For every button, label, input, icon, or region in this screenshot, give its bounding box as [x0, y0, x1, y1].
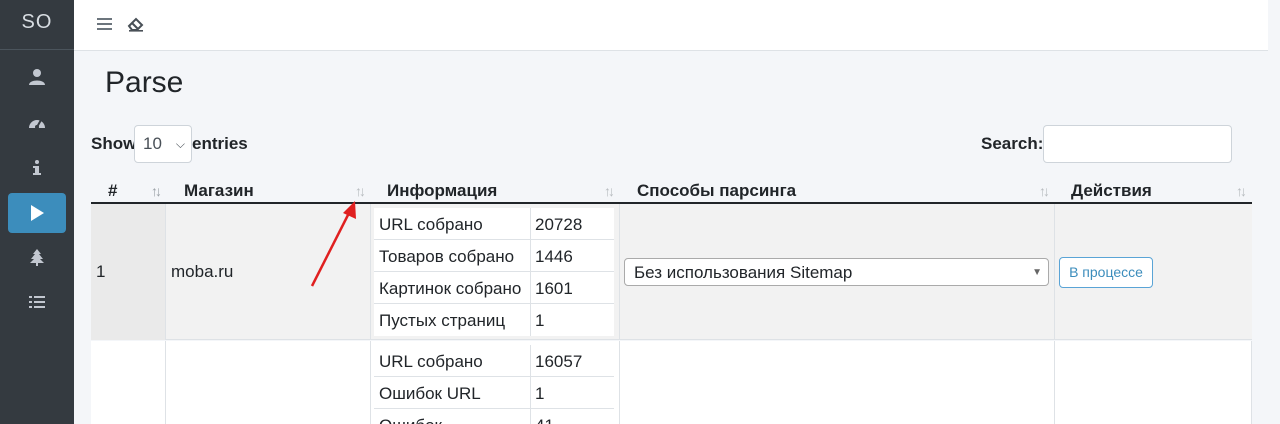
scrollbar-gutter — [1268, 0, 1280, 424]
cell-divider — [370, 204, 371, 340]
cell-divider — [619, 341, 620, 424]
show-label: Show — [91, 134, 137, 153]
column-header-info[interactable]: Информация — [387, 181, 497, 201]
info-value: 1601 — [535, 279, 573, 298]
info-key: URL собрано — [379, 215, 483, 234]
menu-icon[interactable] — [95, 14, 115, 34]
info-row: URL собрано 20728 — [374, 208, 614, 240]
eraser-icon[interactable] — [126, 14, 146, 34]
sort-icon[interactable]: ↑↓ — [604, 183, 615, 199]
column-header-num[interactable]: # — [108, 181, 117, 201]
sidebar-item-tree[interactable] — [8, 237, 66, 277]
sidebar-item-info[interactable] — [8, 148, 66, 188]
sidebar-item-dashboard[interactable] — [8, 103, 66, 143]
dropdown-caret-icon: ▼ — [1032, 267, 1042, 278]
info-value: 1 — [535, 384, 545, 403]
info-row: Ошибок URL 1 — [374, 377, 614, 409]
info-value: 20728 — [535, 215, 583, 234]
user-icon — [29, 69, 45, 85]
list-icon — [29, 296, 45, 308]
info-value: 1 — [535, 311, 545, 330]
cell-divider — [619, 204, 620, 340]
info-key: Товаров собрано — [379, 247, 515, 266]
parse-method-select[interactable]: Без использования Sitemap ▼ — [624, 258, 1049, 286]
info-row: URL собрано 16057 — [374, 345, 614, 377]
parse-method-value: Без использования Sitemap — [634, 263, 853, 282]
sort-asc-icon[interactable]: ↑↓ — [151, 183, 162, 199]
column-header-actions[interactable]: Действия — [1071, 181, 1152, 201]
sidebar-item-list[interactable] — [8, 282, 66, 322]
cell-divider — [1054, 341, 1055, 424]
info-row: Пустых страниц 1 — [374, 304, 614, 336]
info-icon — [33, 160, 41, 175]
sidebar: SO — [0, 0, 74, 424]
sort-icon[interactable]: ↑↓ — [1039, 183, 1050, 199]
info-row: Товаров собрано 1446 — [374, 240, 614, 272]
info-row: Ошибок ... 41 — [374, 409, 614, 424]
entries-length-select[interactable]: 10 ⌵ — [134, 125, 192, 163]
entries-length-value: 10 — [143, 134, 162, 153]
info-value: 16057 — [535, 352, 583, 371]
cell-divider — [1251, 341, 1252, 424]
in-progress-button[interactable]: В процессе — [1059, 257, 1153, 288]
tree-icon — [30, 249, 44, 266]
cell-divider — [370, 341, 371, 424]
info-value: 1446 — [535, 247, 573, 266]
info-table: URL собрано 20728 Товаров собрано 1446 Кар… — [374, 208, 614, 336]
cell-divider — [1054, 204, 1055, 340]
sidebar-item-parse[interactable] — [8, 193, 66, 233]
sort-icon[interactable]: ↑↓ — [1236, 183, 1247, 199]
row-number: 1 — [96, 262, 106, 281]
annotation-arrow — [310, 201, 356, 287]
brand-logo[interactable]: SO — [0, 0, 74, 50]
tachometer-icon — [29, 119, 45, 129]
column-header-methods[interactable]: Способы парсинга — [637, 181, 796, 201]
info-value: 41 — [535, 416, 554, 424]
play-icon — [31, 205, 44, 221]
sidebar-item-user[interactable] — [8, 57, 66, 97]
info-key: Ошибок ... — [379, 416, 461, 424]
top-navbar — [74, 0, 1268, 51]
entries-label: entries — [192, 134, 248, 153]
info-table: URL собрано 16057 Ошибок URL 1 Ошибок ... 4… — [374, 345, 614, 424]
table-row — [91, 341, 1252, 424]
chevron-down-icon: ⌵ — [175, 137, 185, 151]
cell-divider — [165, 204, 166, 340]
cell-divider — [165, 341, 166, 424]
page-title: Parse — [105, 66, 184, 99]
search-input[interactable] — [1043, 125, 1232, 163]
info-key: Ошибок URL — [379, 384, 481, 403]
info-key: Пустых страниц — [379, 311, 506, 330]
info-key: URL собрано — [379, 352, 483, 371]
column-header-shop[interactable]: Магазин — [184, 181, 254, 201]
info-key: Картинок собрано — [379, 279, 522, 298]
shop-name: moba.ru — [171, 262, 234, 281]
search-label: Search: — [981, 134, 1044, 153]
info-row: Картинок собрано 1601 — [374, 272, 614, 304]
